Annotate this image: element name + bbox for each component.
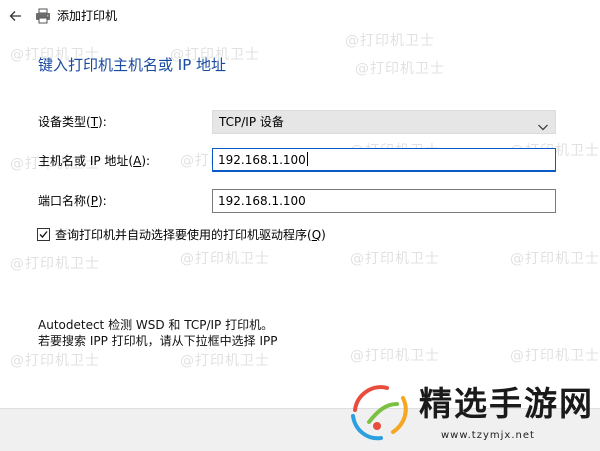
watermark: @打印机卫士 — [10, 353, 100, 369]
port-name-label: 端口名称(P): — [38, 194, 107, 208]
chevron-down-icon — [537, 117, 549, 131]
watermark: @打印机卫士 — [350, 348, 440, 364]
page-heading: 键入打印机主机名或 IP 地址 — [38, 56, 227, 74]
device-type-dropdown[interactable]: TCP/IP 设备 — [212, 110, 556, 134]
hostname-label: 主机名或 IP 地址(A): — [38, 154, 151, 168]
site-logo-badge: 精选手游网 www.tzymjx.net — [347, 380, 600, 450]
title-bar: 添加打印机 — [0, 0, 600, 32]
info-line-1: Autodetect 检测 WSD 和 TCP/IP 打印机。 — [38, 318, 274, 332]
hostname-value: 192.168.1.100 — [218, 153, 306, 167]
info-line-2: 若要搜索 IPP 打印机，请从下拉框中选择 IPP — [38, 334, 278, 348]
hostname-input[interactable]: 192.168.1.100 — [212, 148, 556, 172]
site-logo-url: www.tzymjx.net — [441, 430, 535, 441]
site-logo-icon — [351, 385, 408, 441]
watermark: @打印机卫士 — [355, 61, 445, 77]
query-printer-checkbox[interactable] — [37, 228, 50, 241]
watermark: @打印机卫士 — [510, 251, 600, 267]
watermark: @打印机卫士 — [180, 353, 270, 369]
watermark: @打印机卫士 — [180, 251, 270, 267]
watermark: @打印机卫士 — [350, 251, 440, 267]
device-type-label: 设备类型(T): — [38, 115, 107, 129]
printer-icon — [34, 7, 52, 25]
watermark: @打印机卫士 — [510, 348, 600, 364]
watermark: @打印机卫士 — [345, 33, 435, 49]
query-printer-label[interactable]: 查询打印机并自动选择要使用的打印机驱动程序(Q) — [55, 227, 326, 243]
site-logo-name: 精选手游网 — [419, 384, 594, 423]
back-arrow-icon[interactable] — [6, 6, 26, 26]
watermark: @打印机卫士 — [10, 256, 100, 272]
window-title: 添加打印机 — [57, 9, 118, 23]
checkmark-icon — [39, 231, 48, 238]
device-type-value: TCP/IP 设备 — [219, 115, 284, 129]
text-caret — [306, 152, 308, 166]
port-name-input[interactable]: 192.168.1.100 — [212, 189, 556, 213]
port-name-value: 192.168.1.100 — [218, 194, 306, 208]
